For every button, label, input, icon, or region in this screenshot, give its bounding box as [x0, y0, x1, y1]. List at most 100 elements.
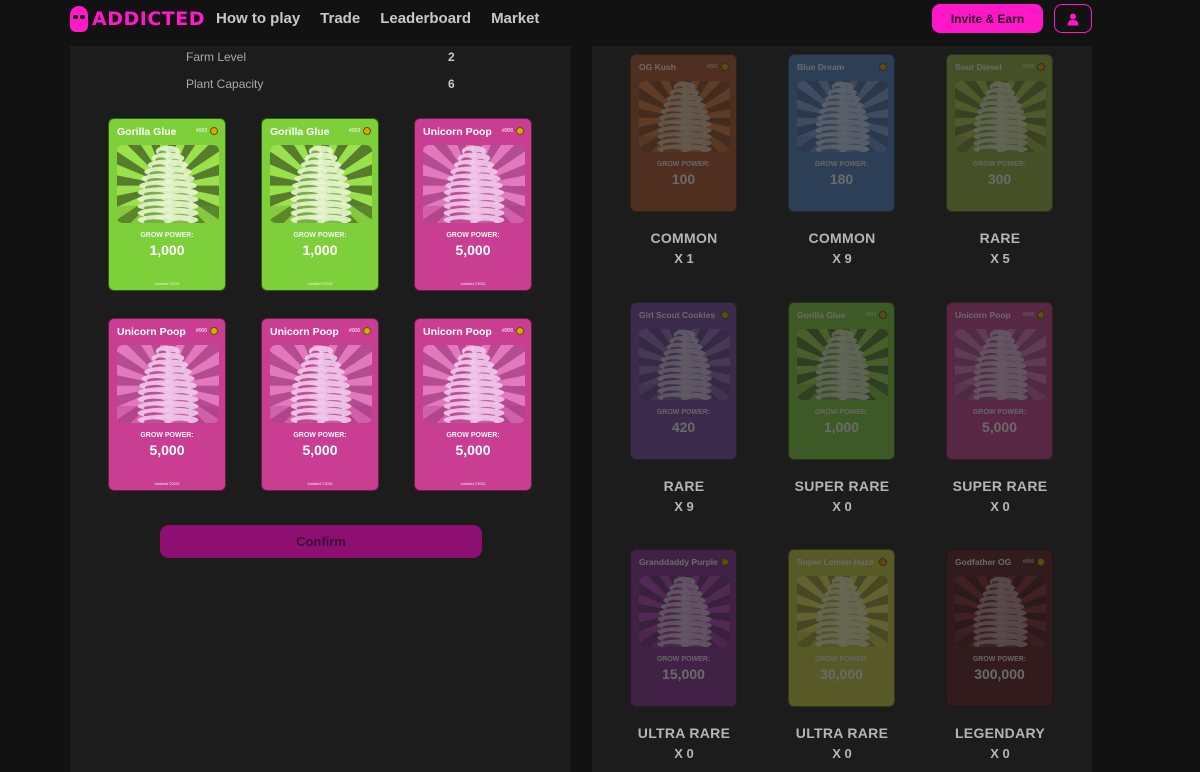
farm-level-value: 2 — [448, 50, 455, 64]
plant-bud-image — [117, 345, 219, 423]
card-number: #006 — [195, 328, 207, 334]
plant-bud-image — [270, 145, 372, 223]
grow-power-label: GROW POWER: — [814, 161, 869, 168]
coin-icon — [363, 127, 371, 135]
plant-card-inventory-9[interactable]: Godfather OG #009 GROW POWER: 300,000 — [946, 549, 1053, 707]
plant-bud-image — [797, 576, 888, 647]
plant-card-inventory-7[interactable]: Granddaddy Purple GROW POWER: 15,000 — [630, 549, 737, 707]
profile-button[interactable] — [1054, 4, 1092, 33]
nav-trade[interactable]: Trade — [320, 10, 360, 27]
grow-power-value: 300 — [987, 171, 1012, 187]
plant-card-slot-4[interactable]: Unicorn Poop #006 GROW POWER: 5,000 Addicted… — [108, 318, 226, 491]
invite-earn-button[interactable]: Invite & Earn — [932, 4, 1043, 33]
card-number: #003 — [348, 128, 360, 134]
grow-power-value: 100 — [671, 171, 696, 187]
owned-count: X 0 — [990, 746, 1010, 761]
coin-icon — [1037, 558, 1045, 566]
card-footer: Addicted ©2023 — [307, 482, 333, 486]
coin-icon — [879, 63, 887, 71]
rarity-label: COMMON — [808, 230, 876, 246]
card-strain-name: Unicorn Poop — [423, 126, 492, 138]
nav-market[interactable]: Market — [491, 10, 539, 27]
plant-card-inventory-2[interactable]: Blue Dream GROW POWER: 180 — [788, 54, 895, 212]
coin-icon — [721, 311, 729, 319]
owned-count: X 5 — [990, 251, 1010, 266]
grow-power-label: GROW POWER: — [140, 232, 194, 239]
coin-icon — [1037, 63, 1045, 71]
plant-bud-image — [955, 329, 1046, 400]
grow-power-label: GROW POWER: — [814, 656, 869, 663]
plant-card-slot-2[interactable]: Gorilla Glue #003 GROW POWER: 1,000 Addicted… — [261, 118, 379, 291]
owned-count: X 9 — [832, 251, 852, 266]
grow-power-label: GROW POWER: — [656, 409, 711, 416]
grow-power-label: GROW POWER: — [814, 409, 869, 416]
card-number: #009 — [1022, 559, 1034, 565]
owned-count: X 0 — [990, 499, 1010, 514]
grow-power-label: GROW POWER: — [446, 232, 500, 239]
grow-power-value: 1,000 — [823, 419, 860, 435]
brand-logo[interactable]: ADDICTED — [70, 6, 205, 32]
grow-power-value: 300,000 — [974, 666, 1025, 682]
plant-bud-image — [270, 345, 372, 423]
plant-card-inventory-4[interactable]: Girl Scout Cookies GROW POWER: 420 — [630, 302, 737, 460]
plant-bud-image — [955, 576, 1046, 647]
card-strain-name: Blue Dream — [797, 62, 845, 72]
card-strain-name: Unicorn Poop — [117, 326, 186, 338]
grow-power-label: GROW POWER: — [293, 232, 347, 239]
card-footer: Addicted ©2023 — [460, 482, 486, 486]
plant-card-inventory-1[interactable]: OG Kush #001 GROW POWER: 100 — [630, 54, 737, 212]
coin-icon — [210, 327, 218, 335]
grow-power-label: GROW POWER: — [293, 432, 347, 439]
plant-capacity-value: 6 — [448, 77, 455, 91]
grow-power-value: 15,000 — [662, 666, 705, 682]
rarity-label: RARE — [979, 230, 1021, 246]
coin-icon — [363, 327, 371, 335]
plant-card-inventory-5[interactable]: Gorilla Glue #003 GROW POWER: 1,000 — [788, 302, 895, 460]
rarity-label: COMMON — [650, 230, 718, 246]
top-navbar: ADDICTED How to play Trade Leaderboard M… — [0, 0, 1200, 46]
plant-capacity-label: Plant Capacity — [186, 77, 264, 91]
plant-bud-image — [955, 81, 1046, 152]
plant-card-inventory-6[interactable]: Unicorn Poop #006 GROW POWER: 5,000 — [946, 302, 1053, 460]
coin-icon — [721, 558, 729, 566]
card-number: #003 — [195, 128, 207, 134]
coin-icon — [516, 327, 524, 335]
card-footer: Addicted ©2023 — [154, 282, 180, 286]
card-footer: Addicted ©2023 — [154, 482, 180, 486]
plant-card-slot-3[interactable]: Unicorn Poop #006 GROW POWER: 5,000 Addicted… — [414, 118, 532, 291]
card-strain-name: Unicorn Poop — [955, 310, 1011, 320]
balaclava-icon — [70, 6, 88, 32]
card-strain-name: Unicorn Poop — [270, 326, 339, 338]
brand-name: ADDICTED — [92, 8, 205, 30]
plant-bud-image — [423, 345, 525, 423]
plant-card-inventory-3[interactable]: Sour Diesel #002 GROW POWER: 300 — [946, 54, 1053, 212]
rarity-label: SUPER RARE — [794, 478, 890, 494]
plant-bud-image — [797, 329, 888, 400]
grow-power-label: GROW POWER: — [972, 409, 1027, 416]
grow-power-value: 5,000 — [302, 442, 338, 458]
grow-power-value: 5,000 — [455, 442, 491, 458]
user-icon — [1067, 13, 1079, 25]
card-footer: Addicted ©2023 — [460, 282, 486, 286]
plant-card-slot-6[interactable]: Unicorn Poop #006 GROW POWER: 5,000 Addicted… — [414, 318, 532, 491]
card-strain-name: Unicorn Poop — [423, 326, 492, 338]
plant-card-inventory-8[interactable]: Super Lemon Haze GROW POWER: 30,000 — [788, 549, 895, 707]
nav-leaderboard[interactable]: Leaderboard — [380, 10, 471, 27]
nav-how-to-play[interactable]: How to play — [216, 10, 300, 27]
card-strain-name: Godfather OG — [955, 557, 1012, 567]
card-strain-name: Gorilla Glue — [270, 126, 330, 138]
card-strain-name: Gorilla Glue — [797, 310, 846, 320]
plant-card-slot-5[interactable]: Unicorn Poop #006 GROW POWER: 5,000 Addicted… — [261, 318, 379, 491]
plant-card-slot-1[interactable]: Gorilla Glue #003 GROW POWER: 1,000 Addicted… — [108, 118, 226, 291]
grow-power-value: 30,000 — [820, 666, 863, 682]
plant-bud-image — [639, 81, 730, 152]
owned-count: X 0 — [832, 499, 852, 514]
plant-bud-image — [639, 329, 730, 400]
plant-bud-image — [639, 576, 730, 647]
card-strain-name: Sour Diesel — [955, 62, 1002, 72]
grow-power-value: 5,000 — [981, 419, 1018, 435]
card-footer: Addicted ©2023 — [307, 282, 333, 286]
confirm-button[interactable]: Confirm — [160, 525, 482, 558]
grow-power-value: 5,000 — [455, 242, 491, 258]
coin-icon — [721, 63, 729, 71]
